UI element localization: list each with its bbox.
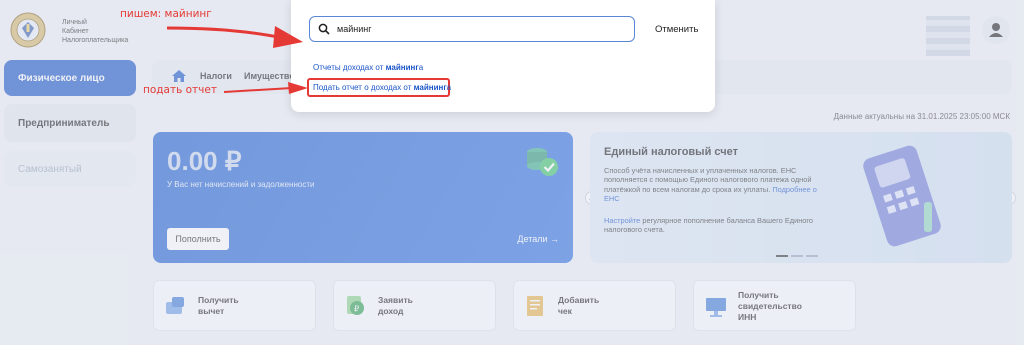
annotation-left: подать отчет	[143, 84, 217, 96]
search-panel: майнинг Отменить Отчеты доходах от майни…	[291, 0, 715, 112]
suggestion-text: а	[418, 63, 424, 72]
suggestion-item-submit-report[interactable]: Подать отчет о доходах от майнинга	[313, 83, 451, 92]
cancel-button[interactable]: Отменить	[655, 24, 698, 35]
suggestion-text: а	[446, 83, 452, 92]
annotation-arrow-left	[223, 82, 308, 94]
search-icon	[318, 23, 330, 35]
suggestion-text: Отчеты доходах от	[313, 63, 386, 72]
search-input[interactable]: майнинг	[309, 16, 635, 42]
annotation-arrow-top	[166, 26, 303, 48]
suggestion-match: майнинг	[385, 63, 419, 72]
suggestion-text: Подать отчет о доходах от	[313, 83, 414, 92]
suggestion-match: майнинг	[413, 83, 447, 92]
suggestion-item[interactable]: Отчеты доходах от майнинга	[313, 63, 423, 72]
search-input-value: майнинг	[337, 24, 372, 34]
